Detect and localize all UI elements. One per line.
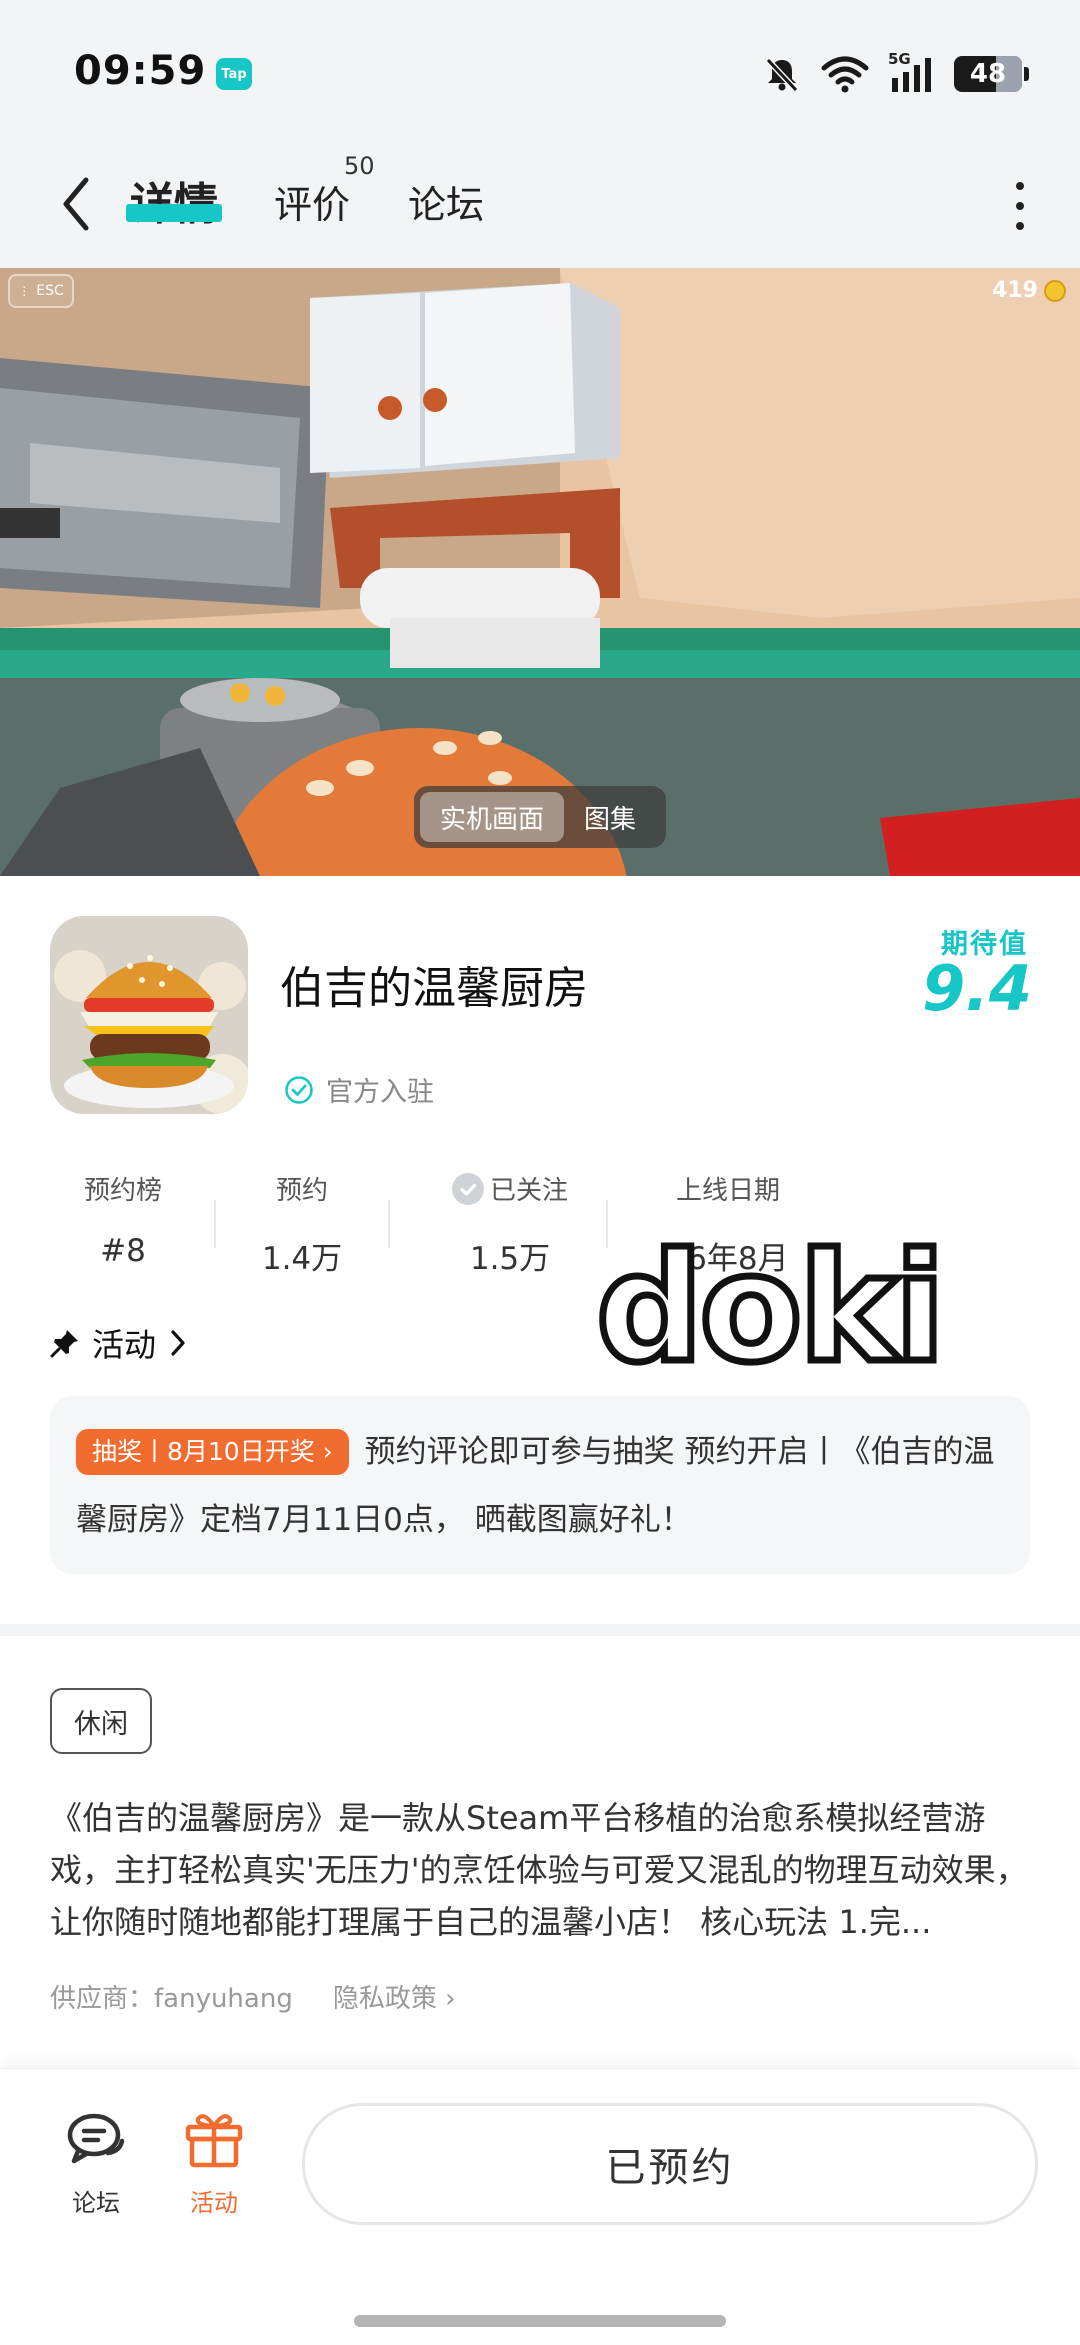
privacy-policy-link[interactable]: 隐私政策 › — [333, 1978, 456, 2015]
tab-reviews[interactable]: 评价 — [274, 174, 350, 229]
esc-button: ⋮ ESC — [8, 274, 74, 308]
reviews-count: 50 — [344, 152, 375, 180]
pin-icon — [50, 1330, 78, 1358]
stat-label: 已关注 — [489, 1176, 568, 1206]
status-bar: 09:59 Tap 5G 48 — [0, 0, 1080, 140]
toggle-gameplay[interactable]: 实机画面 — [420, 792, 565, 842]
battery-level: 48 — [969, 59, 1007, 89]
divider — [214, 1200, 216, 1248]
bottom-action-bar: 论坛 活动 已预约 — [0, 2068, 1080, 2345]
back-button[interactable] — [52, 168, 100, 240]
esc-label: ESC — [36, 283, 64, 299]
stat-value: #8 — [100, 1233, 146, 1269]
forum-button[interactable]: 论坛 — [56, 2109, 136, 2218]
coin-count: 419 — [992, 278, 1038, 303]
coin-counter: 419 — [992, 278, 1066, 303]
activity-label: 活动 — [190, 2189, 238, 2217]
more-menu-button[interactable] — [1008, 170, 1032, 242]
tap-app-icon: Tap — [216, 58, 252, 90]
toggle-gallery[interactable]: 图集 — [564, 792, 656, 842]
media-carousel[interactable]: ⋮ ESC 419 实机画面 图集 — [0, 268, 1080, 876]
activity-button[interactable]: 活动 — [174, 2109, 254, 2218]
genre-tag[interactable]: 休闲 — [50, 1688, 152, 1754]
status-icons: 5G 48 — [762, 50, 1029, 98]
stat-reservation-rank[interactable]: 预约榜 #8 — [50, 1170, 196, 1269]
stat-reservations: 预约 1.4万 — [234, 1170, 370, 1278]
active-tab-indicator — [126, 204, 222, 222]
followed-check-icon — [451, 1173, 484, 1205]
home-indicator[interactable] — [354, 2315, 726, 2327]
activity-header[interactable]: 活动 — [50, 1320, 188, 1366]
chevron-right-icon — [171, 1330, 185, 1356]
wifi-icon — [821, 56, 869, 93]
meta-line: 供应商：fanyuhang 隐私政策 › — [50, 1978, 456, 2015]
forum-icon — [67, 2113, 125, 2164]
network-type: 5G — [888, 50, 911, 68]
gameplay-screenshot — [0, 268, 1080, 876]
stat-value: 1.5万 — [469, 1241, 551, 1277]
stat-label: 预约榜 — [83, 1176, 162, 1206]
tab-forum[interactable]: 论坛 — [408, 174, 484, 229]
reserved-button[interactable]: 已预约 — [302, 2103, 1038, 2225]
section-divider — [0, 1624, 1080, 1636]
divider — [388, 1200, 390, 1248]
media-type-toggle: 实机画面 图集 — [414, 786, 666, 848]
stat-label: 预约 — [275, 1176, 328, 1206]
game-icon — [50, 916, 248, 1114]
gift-icon — [185, 2114, 243, 2168]
activity-heading: 活动 — [92, 1326, 157, 1364]
verified-check-icon — [285, 1075, 313, 1104]
stat-followers[interactable]: 已关注 1.5万 — [430, 1170, 590, 1278]
battery-icon: 48 — [954, 56, 1029, 92]
supplier-label: 供应商：fanyuhang — [50, 1984, 293, 2014]
doki-watermark: doki — [593, 1222, 950, 1396]
tab-details[interactable]: 详情 — [130, 168, 218, 232]
official-label: 官方入驻 — [326, 1077, 434, 1108]
game-description[interactable]: 《伯吉的温馨厨房》是一款从Steam平台移植的治愈系模拟经营游戏，主打轻松真实'… — [50, 1792, 1034, 1948]
expectation-score: 9.4 — [922, 952, 1032, 1025]
status-time: 09:59 — [74, 48, 207, 94]
stat-label: 上线日期 — [675, 1176, 780, 1206]
activity-card[interactable]: 抽奖丨8月10日开奖 › 预约评论即可参与抽奖 预约开启丨《伯吉的温馨厨房》定档7… — [50, 1396, 1030, 1574]
burger-icon — [50, 916, 248, 1114]
chevron-left-icon — [63, 177, 89, 231]
signal-icon: 5G — [888, 50, 936, 94]
forum-label: 论坛 — [72, 2189, 120, 2217]
stat-value: 1.4万 — [261, 1241, 343, 1277]
lottery-tag[interactable]: 抽奖丨8月10日开奖 › — [76, 1429, 349, 1475]
game-title: 伯吉的温馨厨房 — [280, 963, 588, 1014]
official-badge: 官方入驻 — [284, 1070, 434, 1109]
coin-icon — [1044, 279, 1066, 302]
mute-icon — [765, 57, 799, 93]
